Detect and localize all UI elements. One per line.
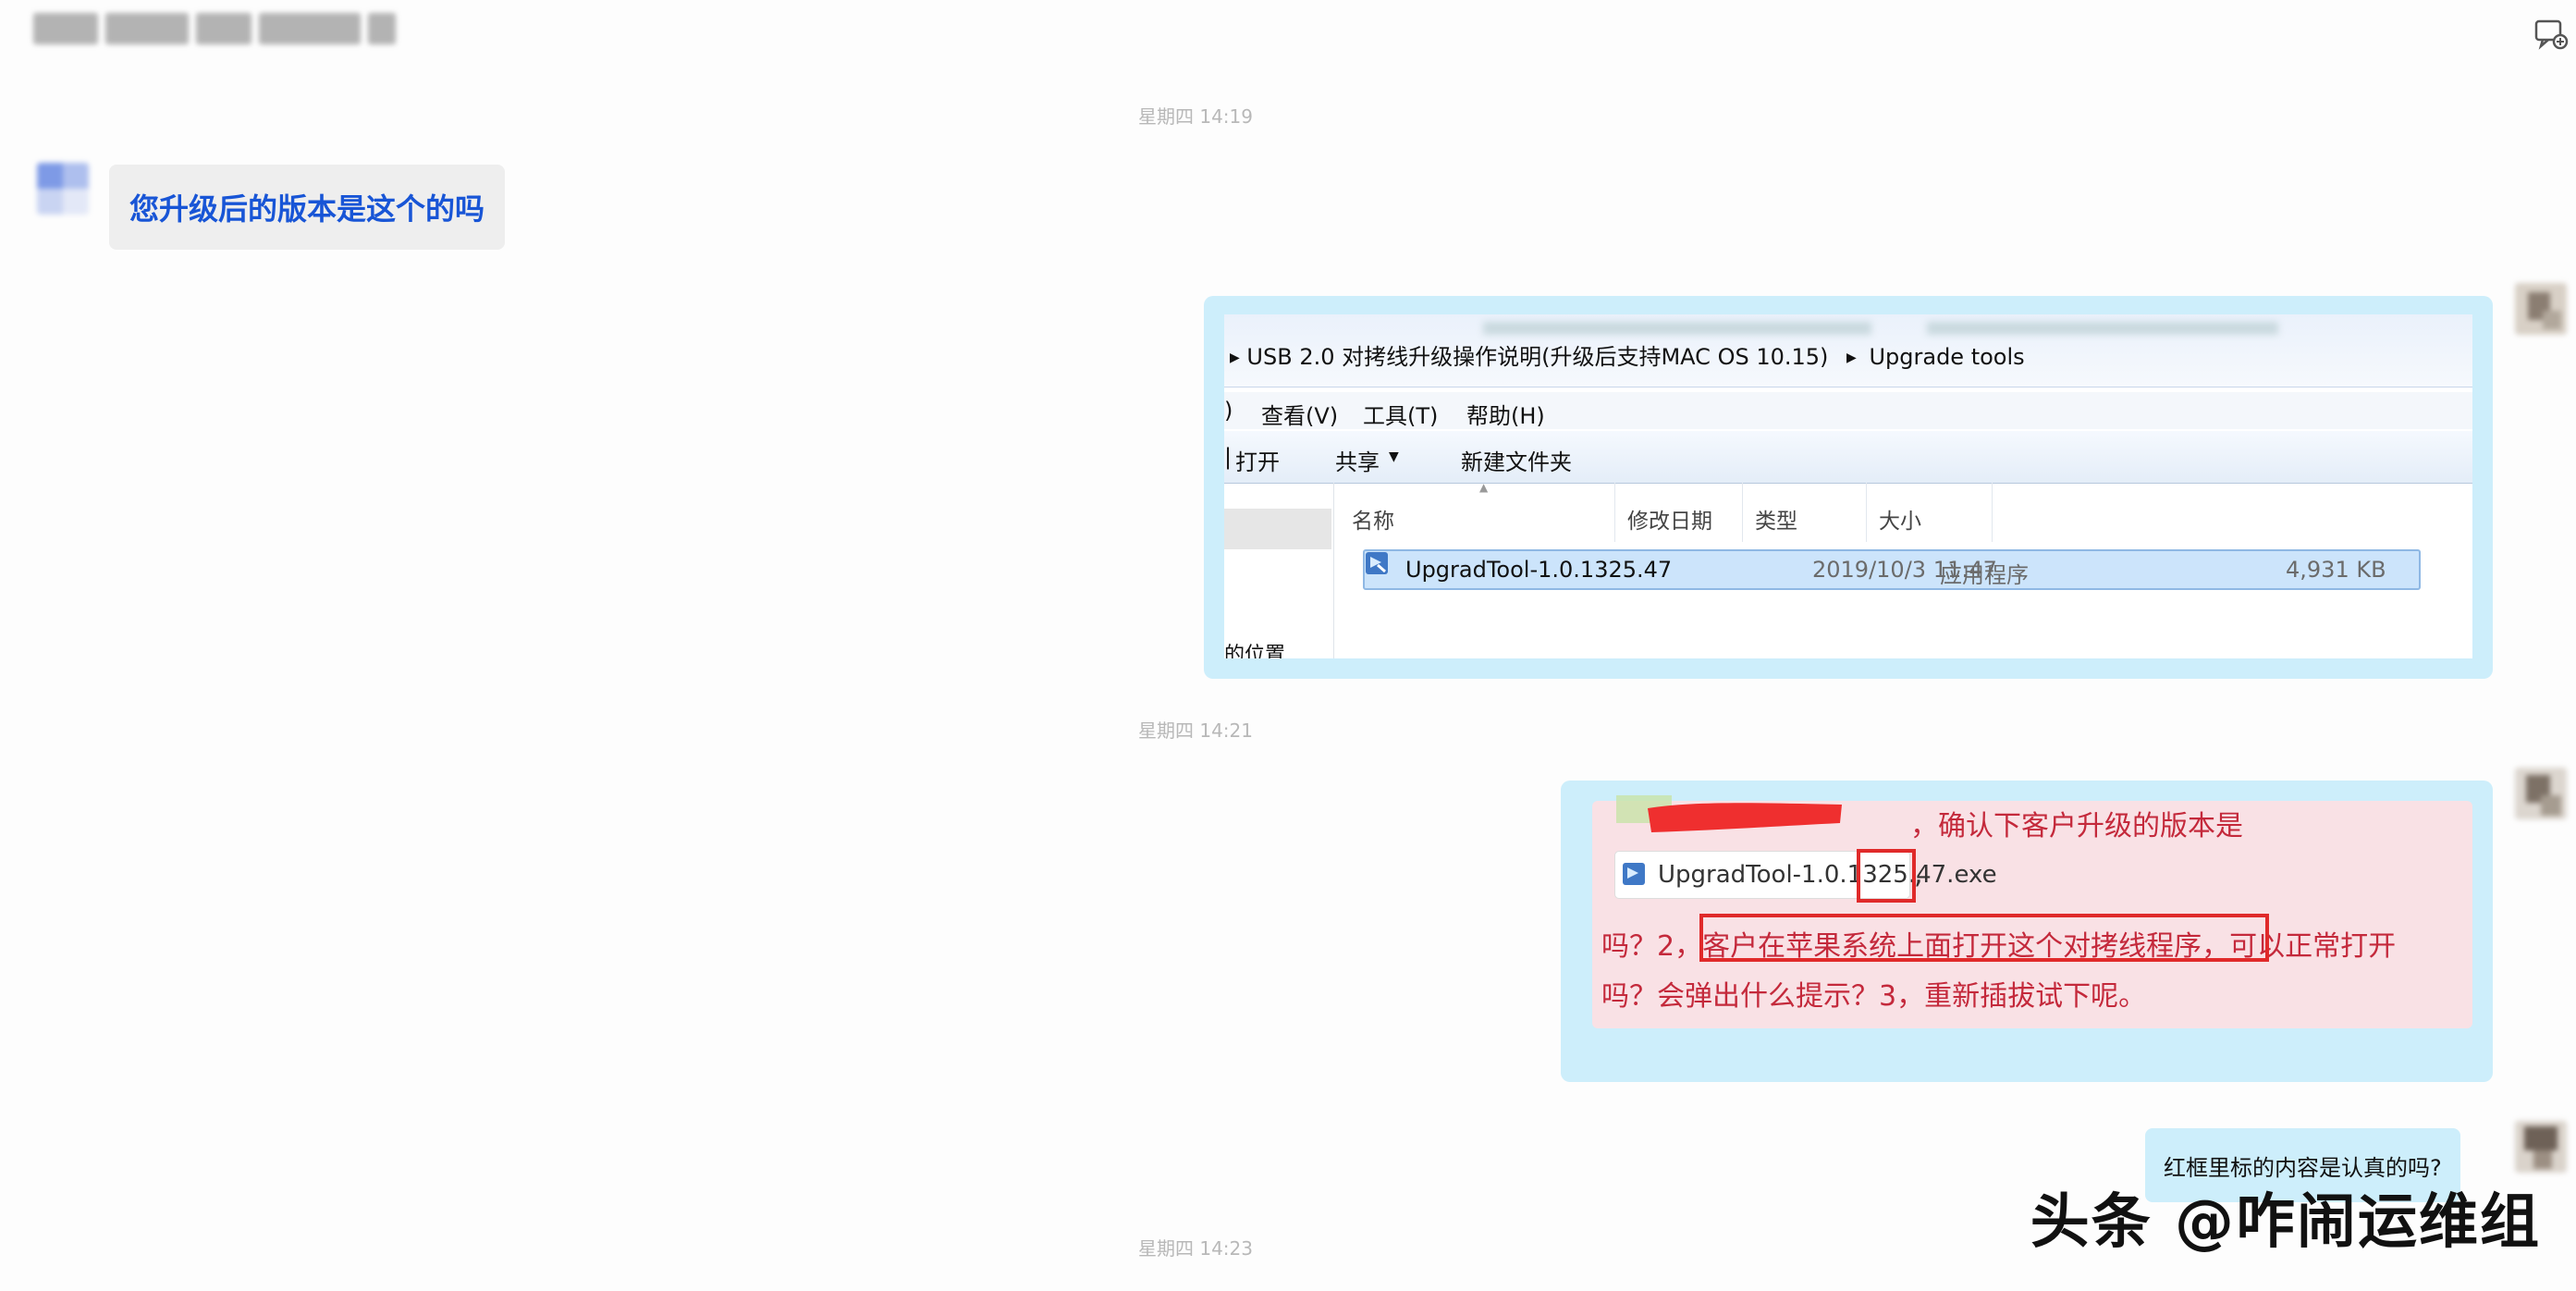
navigation-pane: 的位置 <box>1224 483 1334 658</box>
avatar <box>37 163 89 215</box>
address-bar: ▶ USB 2.0 对拷线升级操作说明(升级后支持MAC OS 10.15) ▶… <box>1224 314 2472 387</box>
highlight-box <box>1857 849 1916 903</box>
toolbar-share: 共享 <box>1335 449 1380 475</box>
menu-tools: 工具(T) <box>1363 403 1439 429</box>
chevron-down-icon: ▼ <box>1389 449 1399 464</box>
explorer-screenshot: ▶ USB 2.0 对拷线升级操作说明(升级后支持MAC OS 10.15) ▶… <box>1224 314 2472 658</box>
path-folder: USB 2.0 对拷线升级操作说明(升级后支持MAC OS 10.15) <box>1246 344 1829 370</box>
column-date: 修改日期 <box>1627 510 1712 534</box>
message-line-1: ，确认下客户升级的版本是 <box>1910 810 2243 842</box>
menu-bar: ) 查看(V) 工具(T) 帮助(H) <box>1224 392 2472 429</box>
avatar <box>2515 768 2567 819</box>
redaction-scribble <box>1616 795 1842 832</box>
message-line-2-prefix: 吗？2， <box>1601 930 1703 963</box>
file-size: 4,931 KB <box>2286 557 2386 583</box>
timestamp: 星期四 14:19 <box>1138 105 1253 128</box>
menu-help: 帮助(H) <box>1466 403 1545 429</box>
highlight-box <box>1699 914 2269 962</box>
menu-view: 查看(V) <box>1261 403 1339 429</box>
chevron-right-icon: ▶ <box>1230 350 1240 365</box>
nav-location-label: 的位置 <box>1224 644 1286 658</box>
column-headers: ▲ 名称 修改日期 类型 大小 <box>1333 481 2472 542</box>
sort-up-icon: ▲ <box>1479 481 1489 494</box>
column-name: 名称 <box>1352 510 1394 534</box>
column-size: 大小 <box>1879 510 1921 534</box>
file-type: 应用程序 <box>1940 562 2029 588</box>
image-message[interactable]: ▶ USB 2.0 对拷线升级操作说明(升级后支持MAC OS 10.15) ▶… <box>1204 296 2493 679</box>
attachment-name: UpgradTool-1.0.1325.47.exe <box>1658 861 1997 889</box>
avatar <box>2515 283 2567 335</box>
explorer-toolbar: | 打开 共享 ▼ 新建文件夹 <box>1224 431 2472 484</box>
file-row: UpgradTool-1.0.1325.47 2019/10/3 11:47 应… <box>1363 549 2421 590</box>
watermark: 头条 @咋闹运维组 <box>2030 1188 2541 1257</box>
timestamp: 星期四 14:21 <box>1138 719 1253 742</box>
avatar <box>2515 1121 2567 1173</box>
image-message[interactable]: ，确认下客户升级的版本是 UpgradTool-1.0.1325.47.exe … <box>1561 781 2493 1082</box>
message-bubble-left: 您升级后的版本是这个的吗 <box>109 165 506 250</box>
chevron-right-icon: ▶ <box>1846 350 1857 365</box>
quoted-message-screenshot: ，确认下客户升级的版本是 UpgradTool-1.0.1325.47.exe … <box>1592 795 2472 1028</box>
toolbar-open: 打开 <box>1235 449 1280 475</box>
file-name: UpgradTool-1.0.1325.47 <box>1405 557 1673 583</box>
new-chat-icon[interactable] <box>2533 17 2569 52</box>
message-line-3: 吗？会弹出什么提示？3，重新插拔试下呢。 <box>1601 980 2147 1013</box>
toolbar-new-folder: 新建文件夹 <box>1461 449 1572 475</box>
path-current: Upgrade tools <box>1869 344 2025 370</box>
chat-title <box>33 13 412 50</box>
column-type: 类型 <box>1755 510 1797 534</box>
exe-file-icon <box>1366 552 1388 574</box>
exe-file-icon <box>1623 863 1645 885</box>
